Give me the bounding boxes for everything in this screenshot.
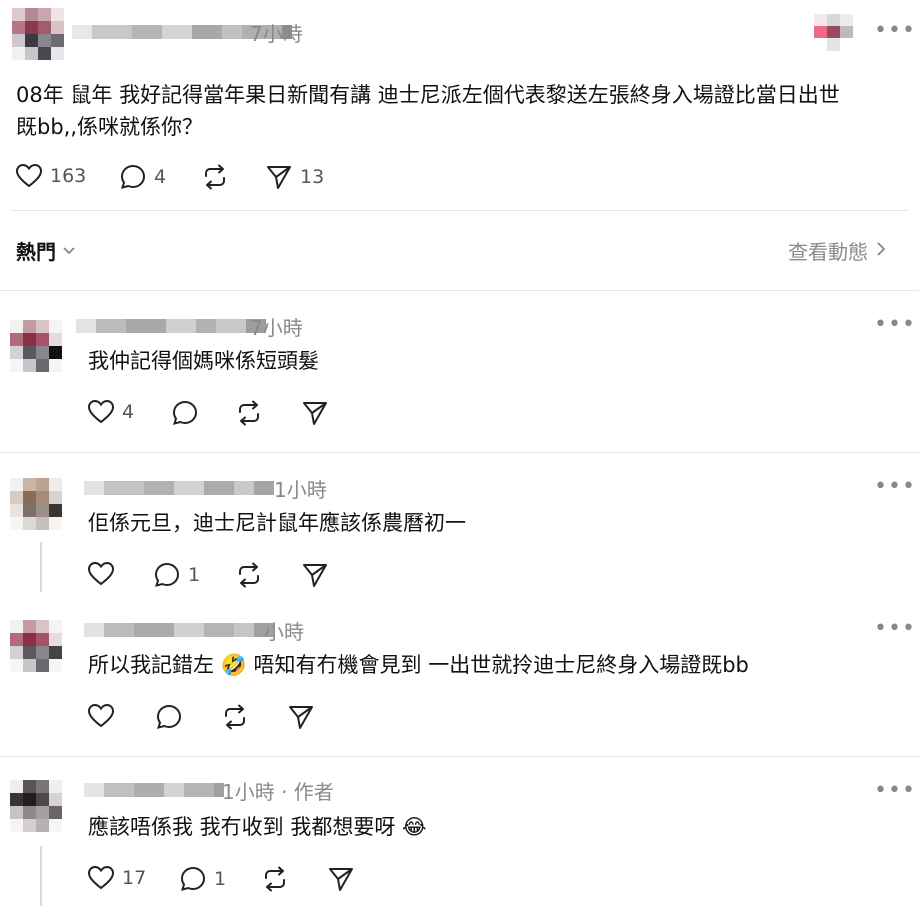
chevron-down-icon — [62, 241, 76, 260]
repost-button[interactable] — [262, 866, 288, 892]
avatar[interactable] — [10, 620, 62, 672]
repost-icon — [262, 866, 288, 892]
username[interactable] — [84, 622, 274, 638]
post-text-line1: 08年 鼠年 我好記得當年果日新聞有講 迪士尼派左個代表黎送左張終身入場證比當日… — [16, 83, 840, 107]
more-options-icon[interactable]: ••• — [874, 778, 916, 803]
reply-text-part-a: 所以我記錯左 — [88, 653, 214, 677]
repost-avatar[interactable] — [814, 14, 854, 51]
share-button[interactable]: 13 — [266, 164, 324, 190]
share-button[interactable] — [288, 704, 314, 730]
comment-button[interactable]: 1 — [154, 562, 200, 588]
heart-icon — [16, 164, 42, 188]
repost-icon — [222, 704, 248, 730]
emoji: 😂 — [402, 815, 427, 839]
divider — [0, 756, 919, 757]
repost-button[interactable] — [222, 704, 248, 730]
thread-line — [40, 846, 42, 906]
comment-icon — [120, 164, 146, 190]
repost-button[interactable] — [202, 164, 228, 190]
reply-timestamp: 1小時 — [274, 478, 327, 502]
reply-text: 應該唔係我 我冇收到 我都想要呀 😂 — [88, 810, 427, 844]
reply-timestamp: 7小時 — [250, 316, 303, 340]
repost-button[interactable] — [236, 562, 262, 588]
comment-count: 1 — [188, 564, 201, 586]
view-activity-link[interactable]: 查看動態 — [788, 236, 886, 265]
divider — [10, 210, 909, 211]
reply-text: 所以我記錯左 🤣 唔知有冇機會見到 一出世就拎迪士尼終身入場證既bb — [88, 648, 749, 682]
comment-icon — [154, 562, 180, 588]
view-activity-label: 查看動態 — [788, 240, 868, 264]
like-count: 17 — [122, 867, 147, 889]
reply-text-part-b: 唔知有冇機會見到 一出世就拎迪士尼終身入場證既bb — [253, 653, 749, 677]
share-button[interactable] — [328, 866, 354, 892]
avatar[interactable] — [10, 320, 62, 372]
comment-icon — [172, 400, 198, 426]
post-timestamp: 7小時 — [250, 22, 303, 46]
avatar[interactable] — [12, 8, 64, 60]
like-button[interactable]: 4 — [88, 400, 134, 424]
username[interactable] — [84, 480, 274, 496]
comment-icon — [156, 704, 182, 730]
more-options-icon[interactable]: ••• — [874, 18, 916, 43]
reply-timestamp: 小時 — [264, 620, 304, 644]
send-icon — [288, 704, 314, 730]
comment-button[interactable] — [172, 400, 198, 426]
reply-text: 我仲記得個媽咪係短頭髮 — [88, 349, 319, 373]
username[interactable] — [84, 782, 224, 798]
sort-dropdown[interactable]: 熱門 — [16, 236, 76, 265]
like-count: 163 — [50, 165, 87, 187]
like-count: 4 — [122, 401, 135, 423]
avatar[interactable] — [10, 780, 62, 832]
reply-text-content: 應該唔係我 我冇收到 我都想要呀 — [88, 815, 396, 839]
send-icon — [266, 164, 292, 190]
repost-icon — [236, 400, 262, 426]
repost-button[interactable] — [236, 400, 262, 426]
heart-icon — [88, 562, 114, 586]
username[interactable] — [76, 318, 266, 334]
chevron-right-icon — [876, 241, 886, 261]
more-options-icon[interactable]: ••• — [874, 312, 916, 337]
avatar[interactable] — [10, 478, 62, 530]
divider — [0, 290, 919, 291]
like-button[interactable] — [88, 562, 114, 586]
reply-timestamp: 1小時 · 作者 — [222, 780, 334, 804]
sort-label: 熱門 — [16, 240, 56, 264]
divider — [0, 452, 919, 453]
comment-count: 4 — [154, 166, 167, 188]
more-options-icon[interactable]: ••• — [874, 474, 916, 499]
like-button[interactable]: 17 — [88, 866, 146, 890]
heart-icon — [88, 866, 114, 890]
comment-icon — [180, 866, 206, 892]
share-button[interactable] — [302, 562, 328, 588]
repost-icon — [202, 164, 228, 190]
comment-button[interactable]: 1 — [180, 866, 226, 892]
repost-icon — [236, 562, 262, 588]
heart-icon — [88, 400, 114, 424]
comment-button[interactable] — [156, 704, 182, 730]
comment-button[interactable]: 4 — [120, 164, 166, 190]
post-text-line2: 既bb,,係咪就係你？ — [16, 115, 204, 139]
heart-icon — [88, 704, 114, 728]
send-icon — [302, 562, 328, 588]
comment-count: 1 — [214, 868, 227, 890]
thread-line — [40, 542, 42, 592]
send-icon — [302, 400, 328, 426]
like-button[interactable]: 163 — [16, 164, 86, 188]
reply-text: 佢係元旦，迪士尼計鼠年應該係農曆初一 — [88, 511, 466, 535]
more-options-icon[interactable]: ••• — [874, 616, 916, 641]
share-button[interactable] — [302, 400, 328, 426]
send-icon — [328, 866, 354, 892]
emoji: 🤣 — [220, 653, 247, 677]
like-button[interactable] — [88, 704, 114, 728]
share-count: 13 — [300, 166, 325, 188]
